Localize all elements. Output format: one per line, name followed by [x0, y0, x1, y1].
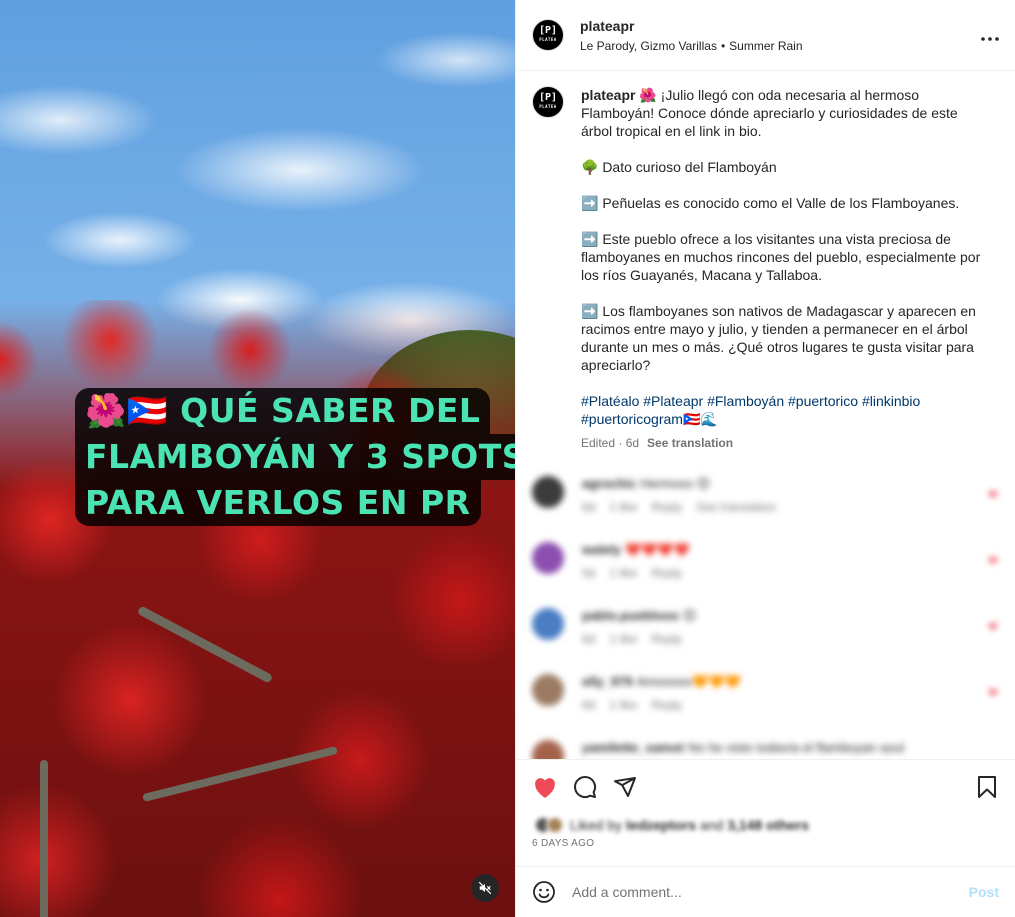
liked-by-text: Liked by ledzeptors and 3,148 others — [570, 817, 809, 833]
caption-intro: 🌺 ¡Julio llegó con oda necesaria al herm… — [581, 87, 958, 139]
overlay-line: PARA VERLOS EN PR — [75, 480, 481, 526]
comment-heart-icon[interactable]: ❤ — [988, 686, 998, 700]
caption-heading: 🌳 Dato curioso del Flamboyán — [581, 159, 777, 175]
avatar[interactable] — [532, 740, 564, 759]
comment-input[interactable] — [572, 884, 969, 900]
post-header: [P] PLATEA plateapr Le Parody, Gizmo Vari… — [516, 0, 1015, 71]
avatar-logo-sub: PLATEA — [539, 37, 557, 42]
avatar-logo-sub: PLATEA — [539, 104, 557, 109]
more-options-icon[interactable] — [981, 25, 999, 46]
edited-label: Edited · 6d — [581, 436, 640, 450]
post-actions: Liked by ledzeptors and 3,148 others 6 D… — [516, 759, 1015, 865]
post-dialog: 🌺🇵🇷 QUÉ SABER DEL FLAMBOYÁN Y 3 SPOTS PA… — [0, 0, 1015, 917]
audio-info: Le Parody, Gizmo Varillas • Summer Rain — [580, 39, 981, 53]
caption-hashtags[interactable]: #Platéalo #Plateapr #Flamboyán #puertori… — [581, 392, 981, 428]
see-translation-link[interactable]: See translation — [647, 436, 733, 450]
comment-username[interactable]: pablo.pueblooo — [582, 608, 679, 623]
comment-username[interactable]: agrochic — [582, 476, 636, 491]
speaker-muted-icon — [478, 881, 492, 895]
separator-dot: • — [720, 38, 726, 53]
caption-username[interactable]: plateapr — [581, 87, 635, 103]
comment-item: elly_979 Amooooo🧡🧡🧡 6d 1 like Reply ❤ — [532, 674, 1012, 712]
avatar[interactable]: [P] PLATEA — [532, 86, 564, 118]
comment-item: yamilette_samot No he visto todavía el fl… — [532, 740, 1012, 759]
comments-area[interactable]: [P] PLATEA plateapr 🌺 ¡Julio llegó con od… — [516, 71, 1015, 759]
overlay-line: 🌺🇵🇷 QUÉ SABER DEL — [75, 388, 491, 434]
post-side-panel: [P] PLATEA plateapr Le Parody, Gizmo Vari… — [515, 0, 1015, 917]
caption-fact: ➡️ Este pueblo ofrece a los visitantes u… — [581, 231, 981, 283]
comment-likes[interactable]: 1 like — [609, 698, 637, 712]
heart-filled-icon[interactable] — [532, 774, 558, 800]
comment-item: pablo.pueblooo 😊 6d 1 like Reply ❤ — [532, 608, 1012, 646]
comment-text: ❤️❤️❤️❤️ — [625, 542, 690, 557]
avatar[interactable] — [532, 542, 564, 574]
caption-fact: ➡️ Los flamboyanes son nativos de Madaga… — [581, 303, 976, 373]
reply-button[interactable]: Reply — [651, 632, 682, 646]
header-text: plateapr Le Parody, Gizmo Varillas • Summe… — [580, 18, 981, 53]
add-comment-bar: Post — [516, 866, 1015, 917]
comment-username[interactable]: elly_979 — [582, 674, 633, 689]
comment-icon[interactable] — [572, 774, 598, 800]
post-date[interactable]: 6 DAYS AGO — [516, 834, 1015, 849]
share-icon[interactable] — [612, 774, 638, 800]
comment-item: walely ❤️❤️❤️❤️ 5d 1 like Reply ❤ — [532, 542, 1012, 580]
mute-button[interactable] — [471, 874, 499, 902]
post-caption: [P] PLATEA plateapr 🌺 ¡Julio llegó con od… — [516, 71, 1015, 452]
avatar[interactable] — [532, 608, 564, 640]
audio-track[interactable]: Summer Rain — [729, 39, 802, 53]
liked-by-user[interactable]: ledzeptors — [626, 817, 696, 833]
comment-time: 6d — [582, 698, 596, 712]
action-icons — [516, 760, 1015, 800]
comment-item: agrochic Hermoso 😊 6d 1 like Reply See trans… — [532, 476, 1012, 514]
post-button[interactable]: Post — [969, 884, 999, 900]
comment-time: 6d — [582, 500, 596, 514]
comment-likes[interactable]: 1 like — [609, 500, 637, 514]
avatar — [546, 816, 564, 834]
caption-meta: Edited · 6d See translation — [581, 434, 981, 452]
header-username[interactable]: plateapr — [580, 18, 981, 34]
tree-trunk — [40, 760, 48, 917]
see-translation-link[interactable]: See translation — [696, 500, 776, 514]
liked-by-others[interactable]: 3,148 others — [727, 817, 809, 833]
comment-time: 6d — [582, 632, 596, 646]
comment-text: Hermoso 😊 — [640, 476, 711, 491]
overlay-line: FLAMBOYÁN Y 3 SPOTS — [75, 434, 515, 480]
post-media[interactable]: 🌺🇵🇷 QUÉ SABER DEL FLAMBOYÁN Y 3 SPOTS PA… — [0, 0, 515, 917]
liked-by[interactable]: Liked by ledzeptors and 3,148 others — [516, 800, 1015, 834]
comment-text: Amooooo🧡🧡🧡 — [636, 674, 741, 689]
media-overlay-text: 🌺🇵🇷 QUÉ SABER DEL FLAMBOYÁN Y 3 SPOTS PA… — [75, 388, 515, 526]
liked-by-and: and — [699, 817, 724, 833]
comment-username[interactable]: walely — [582, 542, 621, 557]
liked-by-prefix: Liked by — [570, 817, 623, 833]
comment-likes[interactable]: 1 like — [609, 566, 637, 580]
comment-heart-icon[interactable]: ❤ — [988, 488, 998, 502]
comment-text: No he visto todavía el flamboyan azul — [687, 740, 904, 755]
smiley-icon[interactable] — [532, 880, 556, 904]
comment-likes[interactable]: 1 like — [609, 632, 637, 646]
comment-heart-icon[interactable]: ❤ — [988, 554, 998, 568]
comment-heart-icon[interactable]: ❤ — [988, 620, 998, 634]
avatar[interactable] — [532, 674, 564, 706]
audio-artist[interactable]: Le Parody, Gizmo Varillas — [580, 39, 717, 53]
reply-button[interactable]: Reply — [651, 698, 682, 712]
comment-username[interactable]: yamilette_samot — [582, 740, 684, 755]
caption-body: plateapr 🌺 ¡Julio llegó con oda necesari… — [581, 86, 981, 452]
caption-fact: ➡️ Peñuelas es conocido como el Valle de… — [581, 195, 960, 211]
bookmark-icon[interactable] — [974, 774, 1000, 800]
reply-button[interactable]: Reply — [651, 500, 682, 514]
comment-time: 5d — [582, 566, 596, 580]
reply-button[interactable]: Reply — [651, 566, 682, 580]
comment-text: 😊 — [682, 608, 697, 623]
avatar[interactable] — [532, 476, 564, 508]
avatar[interactable]: [P] PLATEA — [532, 19, 564, 51]
